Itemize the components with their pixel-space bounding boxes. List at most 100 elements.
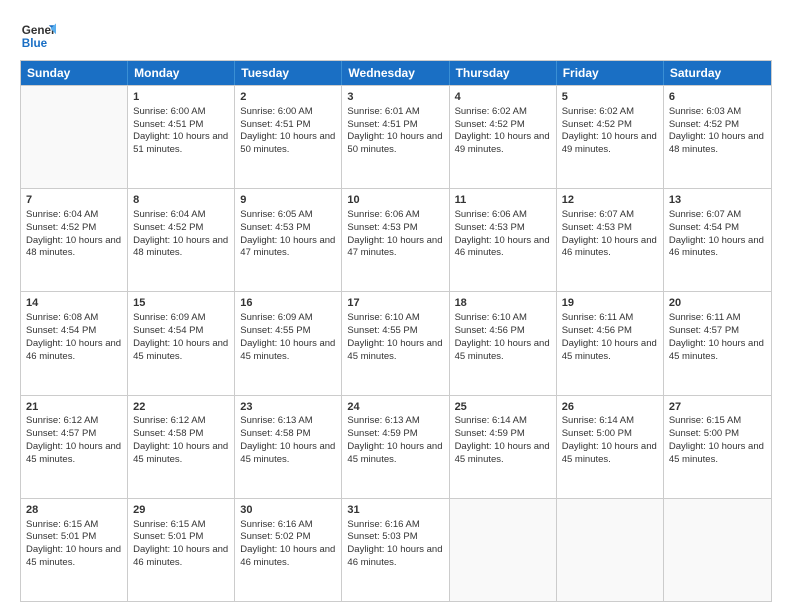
sunrise: Sunrise: 6:12 AM [26,415,98,426]
sunset: Sunset: 4:53 PM [455,222,525,233]
daylight: Daylight: 10 hours and 45 minutes. [240,441,335,465]
header-day-saturday: Saturday [664,61,771,85]
day-number: 7 [26,193,122,208]
day-number: 6 [669,90,766,105]
day-number: 4 [455,90,551,105]
calendar-row-3: 14Sunrise: 6:08 AMSunset: 4:54 PMDayligh… [21,291,771,394]
sunrise: Sunrise: 6:04 AM [26,209,98,220]
daylight: Daylight: 10 hours and 45 minutes. [347,338,442,362]
header-day-sunday: Sunday [21,61,128,85]
header-day-wednesday: Wednesday [342,61,449,85]
calendar-row-2: 7Sunrise: 6:04 AMSunset: 4:52 PMDaylight… [21,188,771,291]
day-number: 23 [240,400,336,415]
daylight: Daylight: 10 hours and 47 minutes. [240,235,335,259]
day-number: 18 [455,296,551,311]
daylight: Daylight: 10 hours and 51 minutes. [133,131,228,155]
day-cell-9: 9Sunrise: 6:05 AM Sunset: 4:53 PM Daylight… [235,189,342,291]
daylight: Daylight: 10 hours and 46 minutes. [455,235,550,259]
empty-cell [557,499,664,601]
day-number: 15 [133,296,229,311]
sunset: Sunset: 4:52 PM [669,119,739,130]
header: General Blue [20,18,772,54]
daylight: Daylight: 10 hours and 45 minutes. [26,544,121,568]
daylight: Daylight: 10 hours and 48 minutes. [26,235,121,259]
header-day-tuesday: Tuesday [235,61,342,85]
sunrise: Sunrise: 6:14 AM [562,415,634,426]
day-cell-15: 15Sunrise: 6:09 AM Sunset: 4:54 PM Dayligh… [128,292,235,394]
header-day-monday: Monday [128,61,235,85]
sunrise: Sunrise: 6:15 AM [26,519,98,530]
sunrise: Sunrise: 6:09 AM [133,312,205,323]
sunset: Sunset: 4:57 PM [669,325,739,336]
daylight: Daylight: 10 hours and 50 minutes. [347,131,442,155]
day-cell-26: 26Sunrise: 6:14 AM Sunset: 5:00 PM Dayligh… [557,396,664,498]
daylight: Daylight: 10 hours and 47 minutes. [347,235,442,259]
sunset: Sunset: 5:02 PM [240,531,310,542]
day-cell-6: 6Sunrise: 6:03 AMSunset: 4:52 PMDaylight… [664,86,771,188]
day-number: 29 [133,503,229,518]
calendar-row-5: 28Sunrise: 6:15 AMSunset: 5:01 PMDayligh… [21,498,771,601]
day-cell-21: 21Sunrise: 6:12 AMSunset: 4:57 PMDayligh… [21,396,128,498]
day-cell-29: 29Sunrise: 6:15 AMSunset: 5:01 PMDayligh… [128,499,235,601]
day-cell-5: 5Sunrise: 6:02 AMSunset: 4:52 PMDaylight… [557,86,664,188]
sunset: Sunset: 4:54 PM [26,325,96,336]
sunrise: Sunrise: 6:11 AM [562,312,634,323]
day-cell-28: 28Sunrise: 6:15 AMSunset: 5:01 PMDayligh… [21,499,128,601]
sunrise: Sunrise: 6:09 AM [240,312,312,323]
sunrise: Sunrise: 6:00 AM [240,106,312,117]
daylight: Daylight: 10 hours and 50 minutes. [240,131,335,155]
sunrise: Sunrise: 6:11 AM [669,312,741,323]
day-number: 24 [347,400,443,415]
sunrise: Sunrise: 6:06 AM [347,209,419,220]
sunset: Sunset: 4:53 PM [562,222,632,233]
sunset: Sunset: 4:53 PM [347,222,417,233]
sunset: Sunset: 4:52 PM [455,119,525,130]
sunset: Sunset: 5:00 PM [669,428,739,439]
day-number: 3 [347,90,443,105]
day-cell-25: 25Sunrise: 6:14 AMSunset: 4:59 PMDayligh… [450,396,557,498]
daylight: Daylight: 10 hours and 45 minutes. [133,338,228,362]
day-cell-19: 19Sunrise: 6:11 AMSunset: 4:56 PMDayligh… [557,292,664,394]
empty-cell [664,499,771,601]
sunrise: Sunrise: 6:10 AM [455,312,527,323]
day-cell-30: 30Sunrise: 6:16 AMSunset: 5:02 PMDayligh… [235,499,342,601]
day-number: 26 [562,400,658,415]
day-number: 5 [562,90,658,105]
day-number: 25 [455,400,551,415]
sunrise: Sunrise: 6:04 AM [133,209,205,220]
sunset: Sunset: 5:00 PM [562,428,632,439]
day-number: 2 [240,90,336,105]
day-cell-24: 24Sunrise: 6:13 AMSunset: 4:59 PMDayligh… [342,396,449,498]
sunset: Sunset: 4:52 PM [26,222,96,233]
daylight: Daylight: 10 hours and 49 minutes. [455,131,550,155]
day-cell-31: 31Sunrise: 6:16 AMSunset: 5:03 PMDayligh… [342,499,449,601]
daylight: Daylight: 10 hours and 45 minutes. [347,441,442,465]
day-number: 10 [347,193,443,208]
day-cell-1: 1Sunrise: 6:00 AMSunset: 4:51 PMDaylight… [128,86,235,188]
day-number: 9 [240,193,336,208]
daylight: Daylight: 10 hours and 45 minutes. [562,441,657,465]
calendar-header: SundayMondayTuesdayWednesdayThursdayFrid… [21,61,771,85]
empty-cell [21,86,128,188]
sunset: Sunset: 4:54 PM [133,325,203,336]
daylight: Daylight: 10 hours and 46 minutes. [669,235,764,259]
sunrise: Sunrise: 6:05 AM [240,209,312,220]
day-cell-7: 7Sunrise: 6:04 AM Sunset: 4:52 PM Daylight… [21,189,128,291]
day-cell-8: 8Sunrise: 6:04 AMSunset: 4:52 PMDaylight… [128,189,235,291]
day-cell-13: 13Sunrise: 6:07 AMSunset: 4:54 PMDayligh… [664,189,771,291]
day-number: 30 [240,503,336,518]
sunset: Sunset: 4:54 PM [669,222,739,233]
sunrise: Sunrise: 6:07 AM [562,209,634,220]
sunrise: Sunrise: 6:15 AM [133,519,205,530]
day-cell-10: 10Sunrise: 6:06 AM Sunset: 4:53 PM Dayligh… [342,189,449,291]
logo-icon: General Blue [20,18,56,54]
sunrise: Sunrise: 6:02 AM [562,106,634,117]
sunset: Sunset: 5:01 PM [26,531,96,542]
day-cell-23: 23Sunrise: 6:13 AMSunset: 4:58 PMDayligh… [235,396,342,498]
sunrise: Sunrise: 6:08 AM [26,312,98,323]
daylight: Daylight: 10 hours and 46 minutes. [26,338,121,362]
daylight: Daylight: 10 hours and 45 minutes. [455,338,550,362]
day-cell-20: 20Sunrise: 6:11 AMSunset: 4:57 PMDayligh… [664,292,771,394]
daylight: Daylight: 10 hours and 46 minutes. [133,544,228,568]
sunset: Sunset: 4:53 PM [240,222,310,233]
